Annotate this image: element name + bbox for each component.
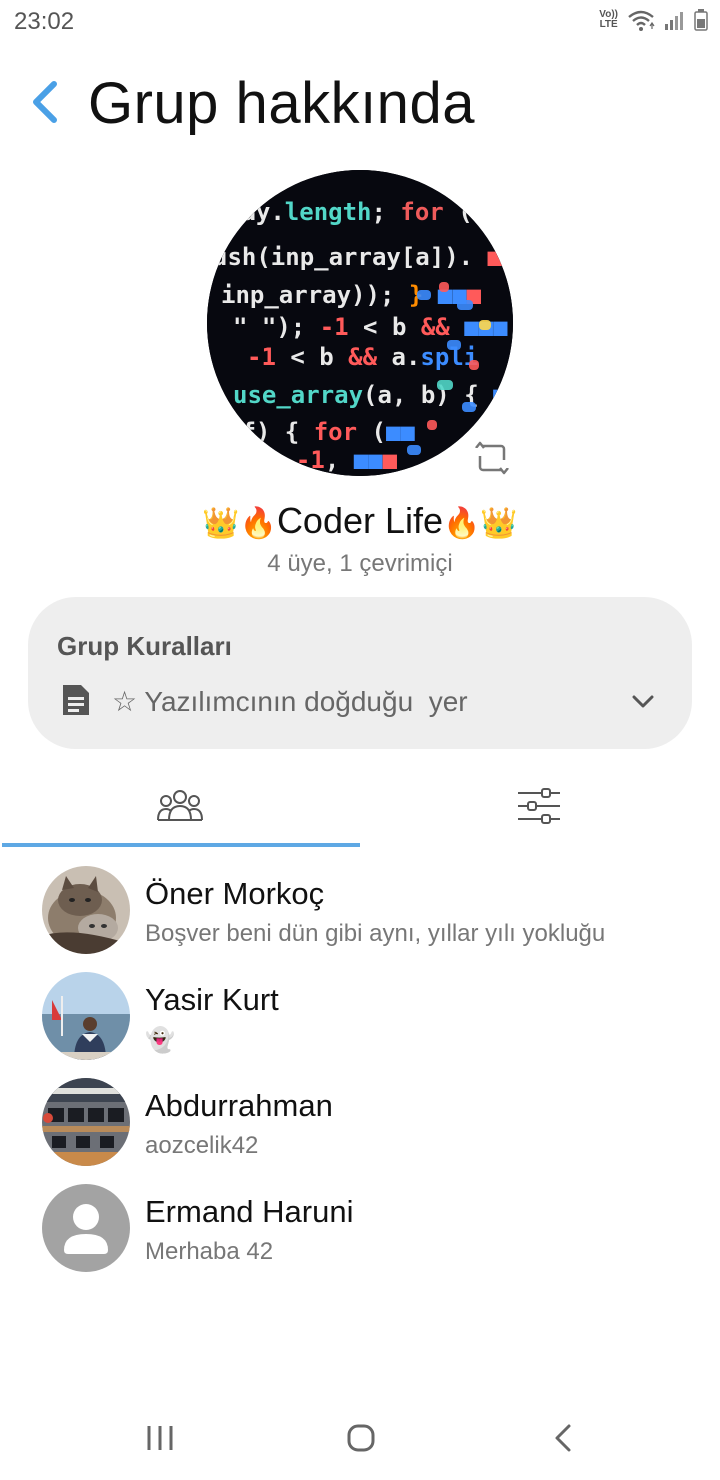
status-bar: 23:02 Vo)) LTE (0, 0, 720, 44)
document-icon (63, 685, 89, 715)
battery-icon (694, 9, 708, 31)
cat-photo (42, 866, 130, 954)
member-row[interactable]: Abdurrahman aozcelik42 (0, 1072, 720, 1178)
recent-apps-icon (147, 1426, 173, 1450)
change-photo-icon (474, 441, 510, 475)
recent-apps-button[interactable] (140, 1418, 180, 1458)
page-title: Grup hakkında (88, 71, 475, 136)
back-icon (555, 1424, 571, 1452)
code-screen-image: ray.length; for (v ush(inp_array[a]). ■■… (207, 170, 513, 476)
system-nav-bar (0, 1400, 720, 1480)
group-name-emoji-right: 🔥👑 (443, 507, 518, 540)
back-button[interactable] (22, 72, 70, 128)
member-row[interactable]: Ermand Haruni Merhaba 42 (0, 1178, 720, 1284)
svg-text:ush(inp_array[a]). ■■■: ush(inp_array[a]). ■■■ (213, 243, 513, 271)
status-icons: Vo)) LTE (599, 8, 708, 32)
change-photo-button[interactable] (472, 438, 512, 478)
svg-text:if) { for (■■: if) { for (■■ (227, 418, 415, 446)
system-back-button[interactable] (543, 1418, 583, 1458)
member-avatar (42, 972, 130, 1060)
active-tab-indicator (2, 843, 360, 847)
seaside-photo (42, 972, 130, 1060)
svg-text:-1 < b && a.spli: -1 < b && a.spli (247, 343, 478, 371)
member-name: Yasir Kurt (145, 982, 279, 1017)
member-status: 👻 (145, 1027, 175, 1054)
rules-title: Grup Kuralları (57, 631, 232, 661)
default-person-icon (42, 1184, 130, 1272)
member-avatar (42, 1184, 130, 1272)
svg-text:ray.length; for (v: ray.length; for (v (227, 198, 487, 226)
group-avatar[interactable]: ray.length; for (v ush(inp_array[a]). ■■… (207, 170, 513, 476)
office-photo (42, 1078, 130, 1166)
member-status: aozcelik42 (145, 1132, 259, 1159)
signal-icon (665, 12, 683, 30)
status-time: 23:02 (14, 8, 75, 35)
member-status: Merhaba 42 (145, 1238, 274, 1265)
svg-text:" "); -1 < b && ■■■: " "); -1 < b && ■■■ (233, 313, 508, 341)
tab-members[interactable] (0, 782, 360, 848)
rules-text: ☆ Yazılımcının doğduğu yer (112, 686, 468, 717)
group-name-emoji-left: 👑🔥 (202, 507, 277, 540)
volte-indicator: Vo)) LTE (599, 9, 618, 30)
member-name: Ermand Haruni (145, 1194, 354, 1229)
member-row[interactable]: Yasir Kurt 👻 (0, 966, 720, 1072)
sliders-icon (518, 788, 560, 824)
svg-text:= -1, ■■■: = -1, ■■■ (267, 446, 398, 474)
member-name: Öner Morkoç (145, 876, 325, 911)
home-button[interactable] (341, 1418, 381, 1458)
member-count: 4 üye, 1 çevrimiçi (267, 550, 453, 577)
group-rules-card[interactable]: Grup Kuralları ☆ Yazılımcının doğduğu ye… (28, 597, 692, 749)
member-avatar (42, 866, 130, 954)
wifi-icon (628, 10, 655, 31)
member-avatar (42, 1078, 130, 1166)
member-list: Öner Morkoç Boşver beni dün gibi aynı, y… (0, 860, 720, 1284)
members-icon (157, 790, 203, 821)
group-name-text: Coder Life (276, 500, 444, 541)
member-status: Boşver beni dün gibi aynı, yıllar yılı y… (145, 920, 606, 947)
member-name: Abdurrahman (145, 1088, 333, 1123)
group-name: 👑🔥Coder Life🔥👑 (0, 500, 720, 542)
chevron-left-icon (33, 81, 57, 123)
home-icon (347, 1424, 375, 1452)
member-row[interactable]: Öner Morkoç Boşver beni dün gibi aynı, y… (0, 860, 720, 966)
tab-filters[interactable] (360, 782, 720, 848)
group-info-screen: 23:02 Vo)) LTE Grup hakkında ray.length;… (0, 0, 720, 1480)
chevron-down-icon[interactable] (628, 687, 658, 717)
